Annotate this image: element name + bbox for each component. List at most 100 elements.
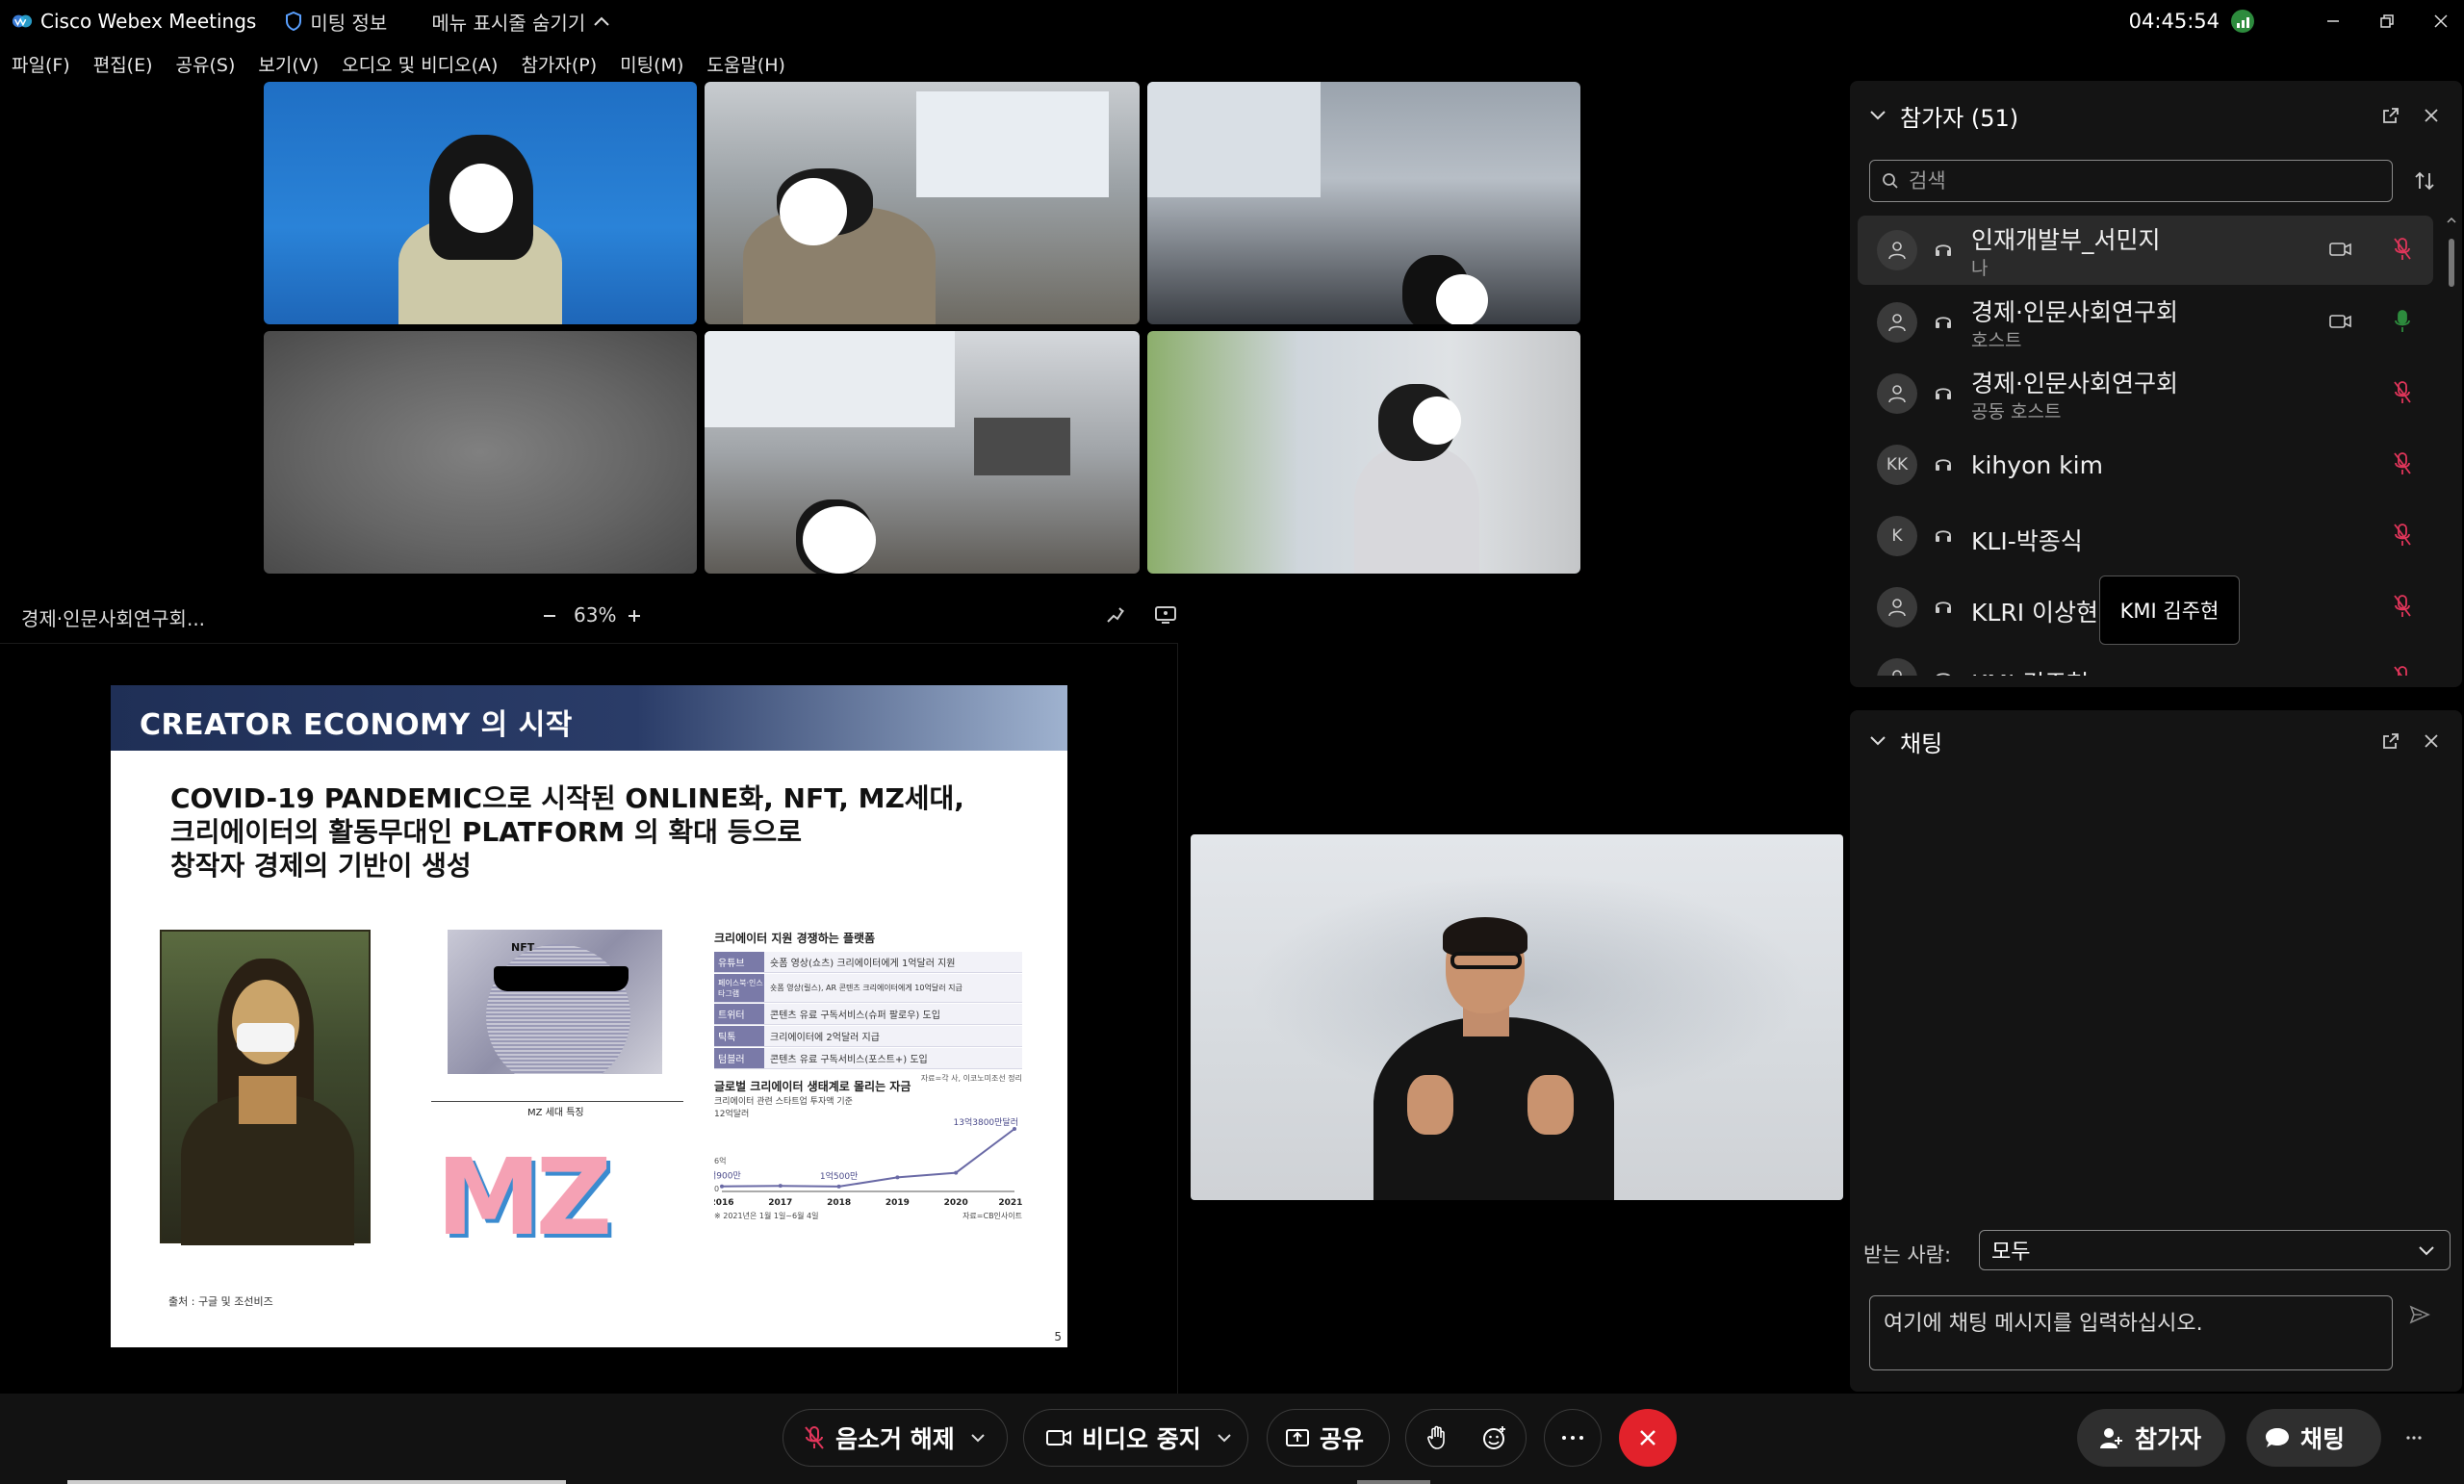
meeting-controls: 음소거 해제 비디오 중지 공유 참가자 채팅: [0, 1394, 2464, 1484]
stop-video-button[interactable]: 비디오 중지: [1023, 1409, 1248, 1467]
close-icon[interactable]: [2424, 108, 2439, 123]
chart-y-tick: 0: [714, 1185, 719, 1193]
taskbar-indicator: [67, 1480, 566, 1484]
mic-muted-icon[interactable]: [2393, 237, 2412, 266]
minimize-button[interactable]: [2310, 0, 2356, 42]
video-tile[interactable]: [705, 331, 1140, 574]
close-window-button[interactable]: [2418, 0, 2464, 42]
meeting-info-button[interactable]: 미팅 정보: [285, 8, 387, 36]
participant-row[interactable]: 경제·인문사회연구회 호스트: [1858, 288, 2433, 357]
zoom-in-icon[interactable]: [627, 608, 642, 624]
avatar: K: [1877, 516, 1917, 556]
participant-search[interactable]: [1869, 160, 2393, 202]
participant-row[interactable]: 경제·인문사회연구회 공동 호스트: [1858, 359, 2433, 428]
menu-meeting[interactable]: 미팅(M): [620, 51, 683, 77]
menu-help[interactable]: 도움말(H): [706, 51, 785, 77]
chevron-down-icon[interactable]: [1869, 110, 1886, 121]
video-tile[interactable]: [264, 82, 697, 324]
menu-participants[interactable]: 참가자(P): [521, 51, 597, 77]
participant-row[interactable]: K KLI-박종식: [1858, 501, 2433, 571]
network-signal-icon[interactable]: [2231, 10, 2254, 33]
video-tile[interactable]: [1147, 331, 1580, 574]
participant-silhouette: [1354, 447, 1479, 574]
shared-slide: CREATOR ECONOMY 의 시작 COVID-19 PANDEMIC으로…: [111, 685, 1067, 1347]
unmute-button[interactable]: 음소거 해제: [783, 1409, 1008, 1467]
video-tile[interactable]: [264, 331, 697, 574]
participant-name: kihyon kim: [1971, 451, 2103, 479]
participants-icon: [2100, 1428, 2122, 1448]
camera-icon[interactable]: [2329, 313, 2352, 334]
more-icon[interactable]: [2406, 1436, 2422, 1440]
chart-x-tick: 2021년: [998, 1196, 1022, 1208]
annotate-icon[interactable]: [1105, 604, 1126, 626]
mz-generation-image: MZ 세대 특징 MZ: [431, 1101, 683, 1284]
participants-toggle-button[interactable]: 참가자: [2077, 1409, 2225, 1467]
end-meeting-button[interactable]: [1619, 1409, 1677, 1467]
recipient-select[interactable]: 모두: [1979, 1230, 2451, 1270]
close-icon[interactable]: [2424, 733, 2439, 749]
share-toolbar: 경제·인문사회연구회... 63%: [0, 591, 1194, 639]
chart-point: [954, 1170, 959, 1175]
menu-view[interactable]: 보기(V): [258, 51, 319, 77]
share-button[interactable]: 공유: [1267, 1409, 1390, 1467]
sort-icon[interactable]: [2414, 169, 2435, 192]
scroll-up-icon[interactable]: [2447, 216, 2456, 225]
office-desk: [974, 418, 1070, 475]
participant-search-input[interactable]: [1909, 169, 2371, 192]
office-window: [1147, 82, 1321, 197]
send-icon[interactable]: [2408, 1303, 2431, 1326]
participant-row[interactable]: KMI 김주현: [1858, 644, 2433, 676]
menu-edit[interactable]: 편집(E): [93, 51, 153, 77]
camera-icon[interactable]: [2329, 241, 2352, 262]
participant-name: KLI-박종식: [1971, 527, 2083, 555]
participant-role: 공동 호스트: [1971, 401, 2062, 422]
chevron-down-icon[interactable]: [970, 1432, 986, 1444]
close-icon: [1640, 1430, 1656, 1446]
popout-icon[interactable]: [2381, 106, 2400, 125]
blurred-face: [1436, 274, 1488, 324]
menu-audio-video[interactable]: 오디오 및 비디오(A): [342, 51, 498, 77]
chart-point: [720, 1184, 724, 1189]
mic-muted-icon[interactable]: [2393, 594, 2412, 623]
menu-share[interactable]: 공유(S): [176, 51, 236, 77]
mic-muted-icon[interactable]: [2393, 451, 2412, 480]
zoom-out-icon[interactable]: [542, 608, 557, 624]
close-icon: [2434, 14, 2448, 28]
avatar: [1877, 587, 1917, 627]
scroll-thumb[interactable]: [2449, 239, 2454, 287]
reactions-icon[interactable]: [1481, 1424, 1508, 1451]
investment-chart: 글로벌 크리에이터 생태계로 몰리는 자금 크리에이터 관련 스타트업 투자액 …: [714, 1078, 1022, 1222]
presenter-name: 경제·인문사회연구회...: [21, 607, 206, 630]
mic-muted-icon[interactable]: [2393, 523, 2412, 551]
video-tile[interactable]: [705, 82, 1140, 324]
screen-view-icon[interactable]: [1154, 604, 1177, 626]
unmute-label: 음소거 해제: [835, 1425, 955, 1453]
table-title: 크리에이터 지원 경쟁하는 플랫폼: [714, 932, 876, 945]
menu-file[interactable]: 파일(F): [12, 51, 70, 77]
video-tile[interactable]: [1147, 82, 1580, 324]
chart-x-tick: 2018: [827, 1198, 851, 1208]
popout-icon[interactable]: [2381, 731, 2400, 751]
person-icon: [1892, 670, 1902, 676]
participant-row[interactable]: KK kihyon kim: [1858, 430, 2433, 499]
mic-muted-icon[interactable]: [2393, 665, 2412, 676]
more-options-button[interactable]: [1544, 1409, 1602, 1467]
webex-logo-icon: [12, 14, 33, 28]
platform-table: 크리에이터 지원 경쟁하는 플랫폼 유튜브 숏폼 영상(쇼츠) 크리에이터에게 1…: [714, 930, 1022, 1084]
hide-menubar-button[interactable]: 메뉴 표시줄 숨기기: [431, 8, 610, 36]
participant-scrollbar[interactable]: [2447, 216, 2456, 668]
mic-muted-icon[interactable]: [2393, 380, 2412, 409]
chat-title: 채팅: [1900, 729, 1943, 757]
chat-toggle-button[interactable]: 채팅: [2246, 1409, 2381, 1467]
chart-y-tick: 6억: [714, 1156, 726, 1165]
chat-message-input[interactable]: 여기에 채팅 메시지를 입력하십시오.: [1869, 1295, 2393, 1370]
chevron-down-icon[interactable]: [1217, 1432, 1232, 1444]
restore-button[interactable]: [2364, 0, 2410, 42]
mic-active-icon[interactable]: [2393, 309, 2412, 338]
active-speaker-video[interactable]: [1191, 834, 1843, 1200]
chevron-down-icon[interactable]: [1869, 735, 1886, 747]
raise-hand-icon[interactable]: [1425, 1425, 1449, 1450]
participant-row[interactable]: 인재개발부_서민지 나: [1858, 216, 2433, 285]
slide-body-text: COVID-19 PANDEMIC으로 시작된 ONLINE화, NFT, MZ…: [170, 781, 1017, 883]
person-icon: [1888, 385, 1906, 403]
